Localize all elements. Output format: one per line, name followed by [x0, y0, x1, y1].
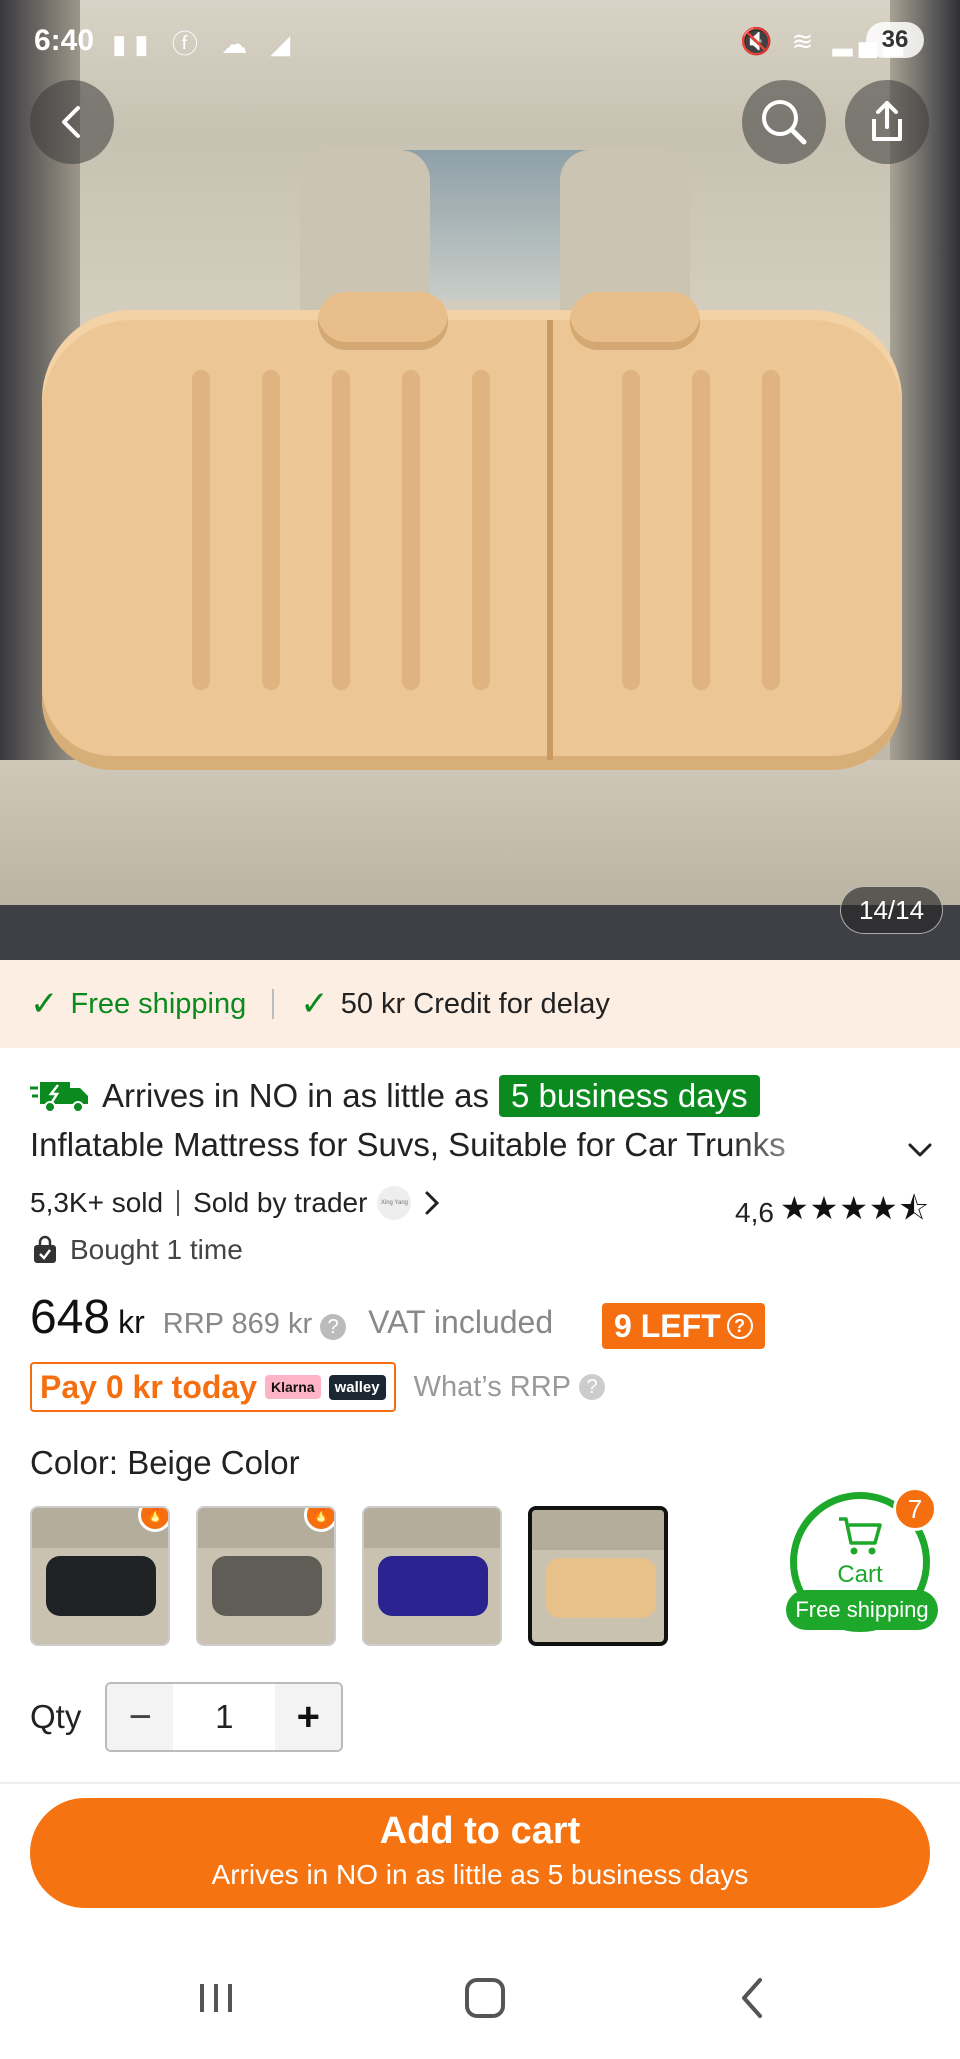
status-time: 6:40	[34, 24, 95, 57]
arrival-info: Arrives in NO in as little as 5 business…	[30, 1070, 760, 1122]
cart-free-shipping-badge: Free shipping	[786, 1590, 938, 1630]
back-button[interactable]	[30, 80, 114, 164]
shipping-strip[interactable]: ✓ Free shipping ✓ 50 kr Credit for delay	[0, 960, 960, 1048]
add-to-cart-button[interactable]: Add to cart Arrives in NO in as little a…	[30, 1798, 930, 1908]
cart-count-badge: 7	[893, 1487, 937, 1531]
price-value: 648	[30, 1291, 111, 1344]
pay-today-text: Pay 0 kr today	[40, 1368, 257, 1405]
chevron-down-icon[interactable]	[900, 1130, 940, 1170]
help-icon: ?	[726, 1313, 753, 1339]
klarna-logo: Klarna	[265, 1375, 321, 1399]
home-icon[interactable]	[455, 1968, 515, 2028]
product-title: Inflatable Mattress for Suvs, Suitable f…	[30, 1126, 786, 1163]
image-car-floor	[0, 760, 960, 910]
image-car-bumper	[0, 905, 960, 960]
recent-apps-icon[interactable]	[186, 1968, 246, 2028]
arrival-days-badge: 5 business days	[498, 1075, 760, 1117]
bought-info: Bought 1 time	[30, 1228, 243, 1272]
qty-minus-button[interactable]: −	[107, 1684, 174, 1750]
cart-label: Cart	[837, 1561, 883, 1588]
product-meta: 5,3K+ sold Sold by trader Xing Yang 4,6 …	[30, 1180, 930, 1228]
color-option-black[interactable]: 🔥	[30, 1506, 170, 1646]
walley-logo: walley	[328, 1374, 386, 1400]
check-icon: ✓	[300, 985, 329, 1023]
back-nav-icon[interactable]	[724, 1968, 784, 2028]
image-counter: 14/14	[840, 886, 944, 934]
credit-for-delay-text: 50 kr Credit for delay	[340, 987, 610, 1020]
qty-label: Qty	[30, 1698, 82, 1735]
color-option-gray[interactable]: 🔥	[196, 1506, 336, 1646]
notification-icons: ▮▮ ⓕ ☁ ◢	[112, 29, 299, 59]
qty-plus-button[interactable]: +	[275, 1684, 342, 1750]
swatch-mattress	[46, 1556, 156, 1616]
price-currency: kr	[118, 1304, 145, 1340]
help-icon[interactable]: ?	[320, 1314, 347, 1340]
rrp-price: RRP 869 kr	[162, 1308, 313, 1340]
sold-count: 5,3K+ sold	[30, 1187, 164, 1218]
product-title-row[interactable]: Inflatable Mattress for Suvs, Suitable f…	[30, 1126, 940, 1176]
divider	[177, 1190, 180, 1216]
swatch-mattress	[212, 1556, 322, 1616]
delivery-truck-icon	[30, 1082, 88, 1113]
swatch-mattress	[546, 1558, 656, 1618]
help-icon: ?	[579, 1374, 605, 1400]
pay-later-button[interactable]: Pay 0 kr today Klarna walley	[30, 1362, 396, 1412]
share-icon	[872, 101, 902, 141]
color-label: Color: Beige Color	[30, 1444, 300, 1481]
image-pillow-left	[318, 292, 448, 350]
star-icons: ★★★★⯪	[779, 1190, 930, 1226]
qty-value[interactable]: 1	[173, 1684, 275, 1750]
pay-row: Pay 0 kr today Klarna walley What’s RRP …	[30, 1362, 605, 1412]
search-icon	[762, 100, 807, 145]
image-pillow-right	[570, 292, 700, 350]
cart-icon	[839, 1517, 882, 1555]
price-row: 648 kr RRP 869 kr ? VAT included	[30, 1290, 553, 1362]
check-icon: ✓	[30, 985, 59, 1023]
color-option-beige[interactable]	[528, 1506, 668, 1646]
add-to-cart-label: Add to cart	[379, 1810, 581, 1852]
system-nav-bar	[0, 1940, 960, 2059]
search-button[interactable]	[742, 80, 826, 164]
status-bar: 6:40 ▮▮ ⓕ ☁ ◢ 🔇 ≋ ▂▄▆ 36	[0, 18, 960, 66]
shopping-bag-icon	[34, 1235, 56, 1263]
color-option-blue[interactable]	[362, 1506, 502, 1646]
quantity-row: Qty − 1 +	[30, 1682, 344, 1752]
color-swatches: 🔥 🔥	[30, 1506, 694, 1646]
whats-rrp-text: What’s RRP	[413, 1370, 571, 1403]
vat-text: VAT included	[368, 1304, 554, 1340]
divider	[0, 1782, 960, 1784]
battery-icon: 36	[866, 22, 924, 58]
chevron-left-icon	[62, 106, 80, 138]
stock-left-text: 9 LEFT	[614, 1308, 721, 1344]
bought-text: Bought 1 time	[70, 1234, 243, 1265]
whats-rrp-link[interactable]: What’s RRP ?	[414, 1371, 605, 1404]
chevron-right-icon[interactable]	[421, 1189, 443, 1217]
divider	[272, 989, 275, 1019]
free-shipping-text: Free shipping	[70, 987, 247, 1020]
rating[interactable]: 4,6 ★★★★⯪	[735, 1186, 930, 1240]
rating-value: 4,6	[735, 1197, 774, 1228]
image-mattress	[42, 310, 902, 770]
quantity-stepper: − 1 +	[105, 1682, 344, 1752]
sold-by-link[interactable]: Sold by trader	[193, 1187, 367, 1219]
trader-logo: Xing Yang	[377, 1186, 412, 1220]
arrival-text: Arrives in NO in as little as	[102, 1077, 489, 1114]
share-button[interactable]	[845, 80, 929, 164]
sold-by-text: Sold by trader	[193, 1187, 368, 1218]
swatch-mattress	[378, 1556, 488, 1616]
stock-left-badge[interactable]: 9 LEFT ?	[602, 1303, 765, 1349]
add-to-cart-subtext: Arrives in NO in as little as 5 business…	[211, 1859, 749, 1890]
